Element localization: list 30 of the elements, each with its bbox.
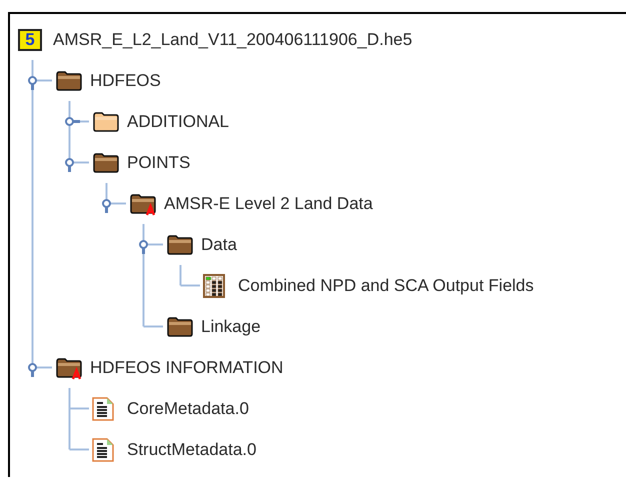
- node-label[interactable]: AMSR_E_L2_Land_V11_200406111906_D.he5: [53, 26, 412, 52]
- expander-handle[interactable]: [28, 363, 37, 377]
- tree-line: [180, 265, 200, 286]
- expander-handle[interactable]: [28, 76, 37, 90]
- expander-handle[interactable]: [139, 240, 148, 254]
- expander-handle[interactable]: [65, 117, 80, 126]
- expander-handle[interactable]: [102, 199, 111, 213]
- node-label[interactable]: HDFEOS INFORMATION: [90, 354, 284, 380]
- node-label[interactable]: HDFEOS: [90, 68, 161, 94]
- file-icon: 5: [18, 28, 42, 50]
- node-label[interactable]: Linkage: [201, 314, 261, 340]
- document-icon: [92, 396, 114, 420]
- table-icon: [203, 274, 225, 298]
- folder-icon: [56, 358, 82, 378]
- node-label[interactable]: POINTS: [127, 150, 190, 176]
- folder-icon: [56, 70, 82, 90]
- tree-line: [106, 183, 126, 204]
- folder-icon: [167, 316, 193, 336]
- node-label[interactable]: ADDITIONAL: [127, 108, 230, 134]
- folder-icon: [167, 234, 193, 254]
- node-label[interactable]: Combined NPD and SCA Output Fields: [238, 272, 534, 298]
- expander-handle[interactable]: [65, 158, 74, 172]
- document-icon: [92, 438, 114, 462]
- folder-icon: [93, 152, 119, 172]
- node-label[interactable]: Data: [201, 232, 237, 258]
- folder-icon: [93, 112, 119, 132]
- node-label[interactable]: StructMetadata.0: [127, 436, 256, 462]
- node-label[interactable]: CoreMetadata.0: [127, 396, 249, 422]
- node-label[interactable]: AMSR-E Level 2 Land Data: [164, 190, 373, 216]
- folder-icon: [130, 194, 156, 214]
